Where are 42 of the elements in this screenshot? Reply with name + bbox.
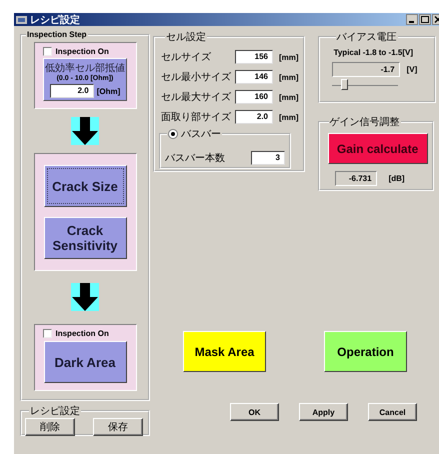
unit-label: [mm] bbox=[279, 72, 299, 82]
unit-label: [V] bbox=[406, 65, 418, 74]
readout-field: -6.731 bbox=[334, 171, 377, 186]
dialog-button[interactable]: Apply bbox=[299, 403, 348, 421]
dialog-button[interactable]: Cancel bbox=[368, 403, 417, 421]
window-title: レシピ設定 bbox=[30, 13, 81, 26]
group-title: ゲイン信号調整 bbox=[328, 116, 401, 129]
hint-text: Typical -1.8 to -1.5[V] bbox=[334, 48, 414, 57]
dialog-button[interactable]: OK bbox=[230, 403, 279, 421]
parameter-label: 低効率セル部抵値 bbox=[45, 62, 125, 74]
field-label: セル最小サイズ bbox=[161, 70, 232, 84]
stage-button[interactable]: Crack Sensitivity bbox=[44, 217, 126, 259]
field-label: セル最大サイズ bbox=[161, 90, 232, 104]
radio-label: バスバー bbox=[181, 128, 221, 141]
unit-label: [mm] bbox=[279, 52, 299, 62]
input-field[interactable]: 156 bbox=[235, 50, 273, 64]
action-button[interactable]: Mask Area bbox=[183, 331, 266, 372]
stage-button[interactable]: Crack Size bbox=[44, 165, 126, 207]
input-field[interactable]: 2.0 bbox=[235, 110, 273, 124]
group-title: レシピ設定 bbox=[29, 404, 81, 418]
input-field[interactable]: 146 bbox=[235, 70, 273, 84]
field-label: 面取り部サイズ bbox=[161, 110, 232, 124]
unit-label: [dB] bbox=[388, 174, 405, 183]
field-label: バスバー本数 bbox=[165, 152, 225, 165]
unit-label: [mm] bbox=[279, 112, 299, 122]
recipe-button[interactable]: 保存 bbox=[93, 418, 143, 436]
checkbox-label: Inspection On bbox=[56, 329, 109, 338]
recipe-button[interactable]: 削除 bbox=[25, 418, 75, 436]
input-field[interactable]: 3 bbox=[251, 151, 285, 165]
unit-label: [Ohm] bbox=[96, 86, 120, 96]
group-title: セル設定 bbox=[165, 30, 207, 44]
input-field[interactable]: 160 bbox=[235, 90, 273, 104]
checkbox-label: Inspection On bbox=[56, 47, 109, 56]
readout-field: -1.7 bbox=[332, 62, 400, 77]
input-field[interactable]: 2.0 bbox=[50, 84, 94, 98]
gain-calculate-button[interactable]: Gain calculate bbox=[328, 133, 428, 164]
group-title: Inspection Step bbox=[26, 30, 88, 39]
action-button[interactable]: Operation bbox=[324, 331, 407, 372]
stage-button[interactable]: Dark Area bbox=[44, 341, 126, 383]
unit-label: [mm] bbox=[279, 92, 299, 102]
group-title: バイアス電圧 bbox=[336, 31, 398, 44]
field-label: セルサイズ bbox=[161, 51, 212, 64]
